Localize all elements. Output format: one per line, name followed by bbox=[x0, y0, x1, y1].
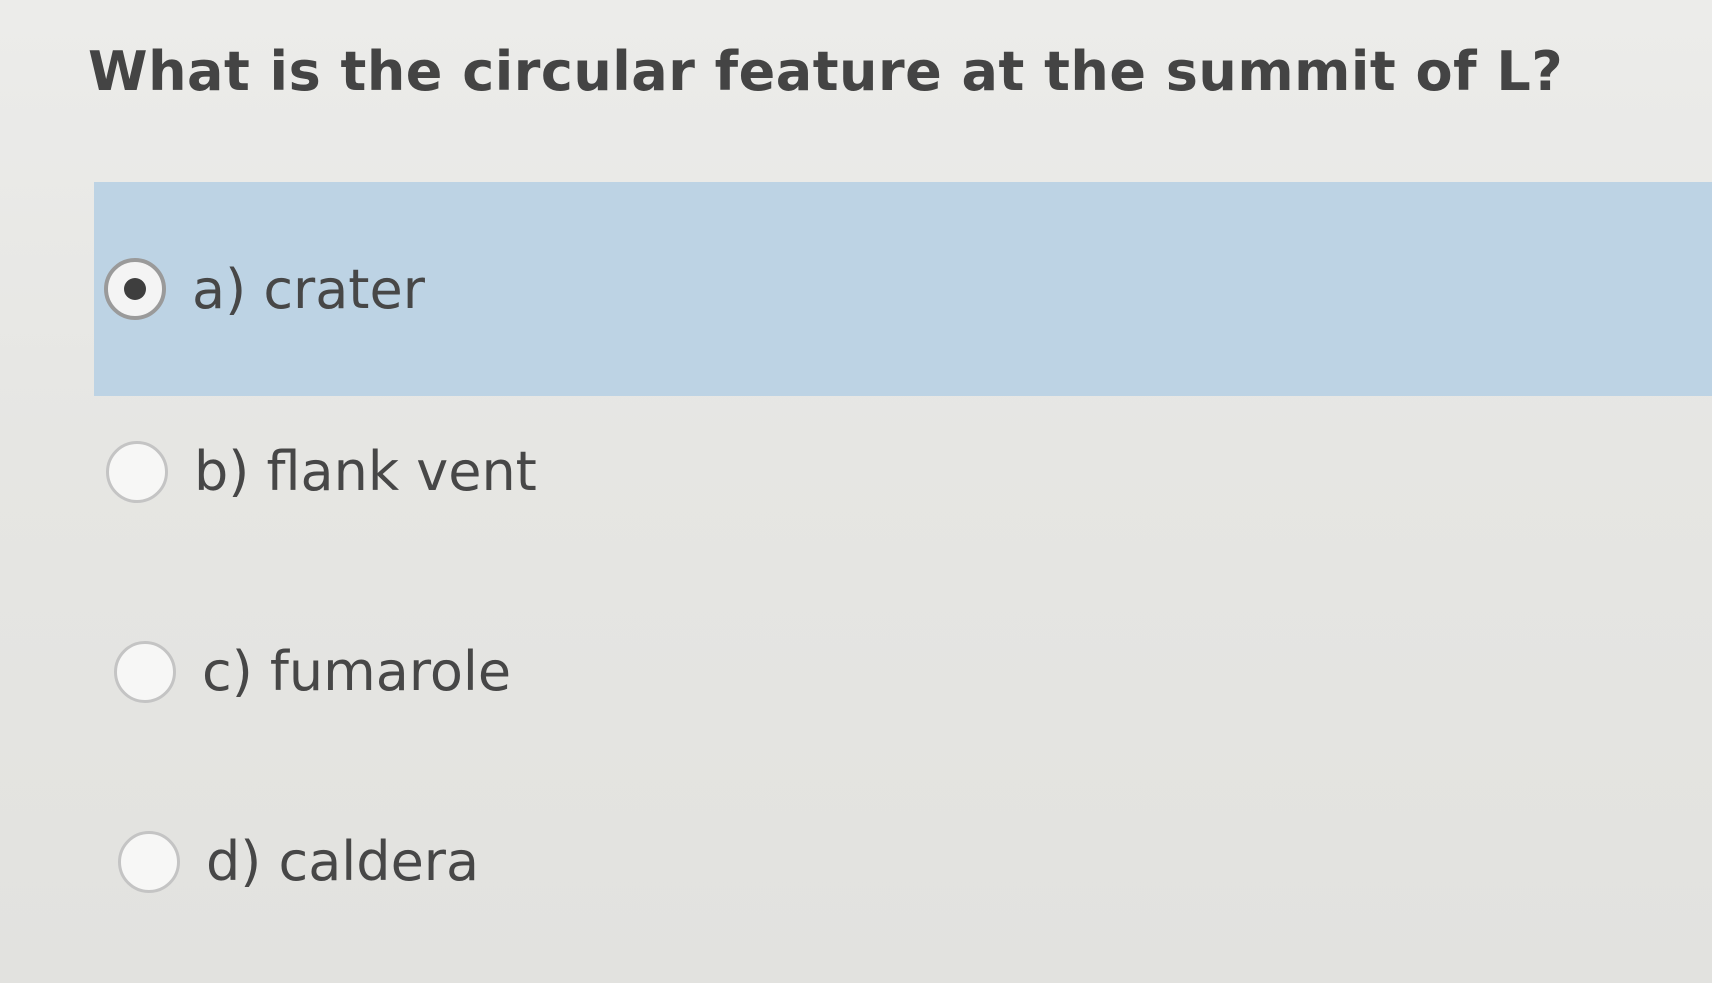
option-b[interactable]: b) flank vent bbox=[106, 440, 537, 503]
radio-button-icon[interactable] bbox=[106, 440, 168, 503]
radio-button-icon[interactable] bbox=[118, 830, 180, 893]
option-c[interactable]: c) fumarole bbox=[114, 640, 511, 703]
answer-options: a) crater b) flank vent c) fumarole d) c… bbox=[0, 0, 1712, 983]
radio-button-selected-icon[interactable] bbox=[104, 258, 166, 320]
option-d-label: d) caldera bbox=[206, 830, 480, 893]
option-c-label: c) fumarole bbox=[202, 640, 512, 703]
option-a[interactable]: a) crater bbox=[94, 182, 1712, 396]
radio-button-icon[interactable] bbox=[114, 640, 176, 703]
option-d[interactable]: d) caldera bbox=[118, 830, 479, 893]
radio-dot-icon bbox=[124, 278, 146, 300]
option-a-label: a) crater bbox=[192, 257, 425, 321]
option-b-label: b) flank vent bbox=[194, 440, 537, 503]
